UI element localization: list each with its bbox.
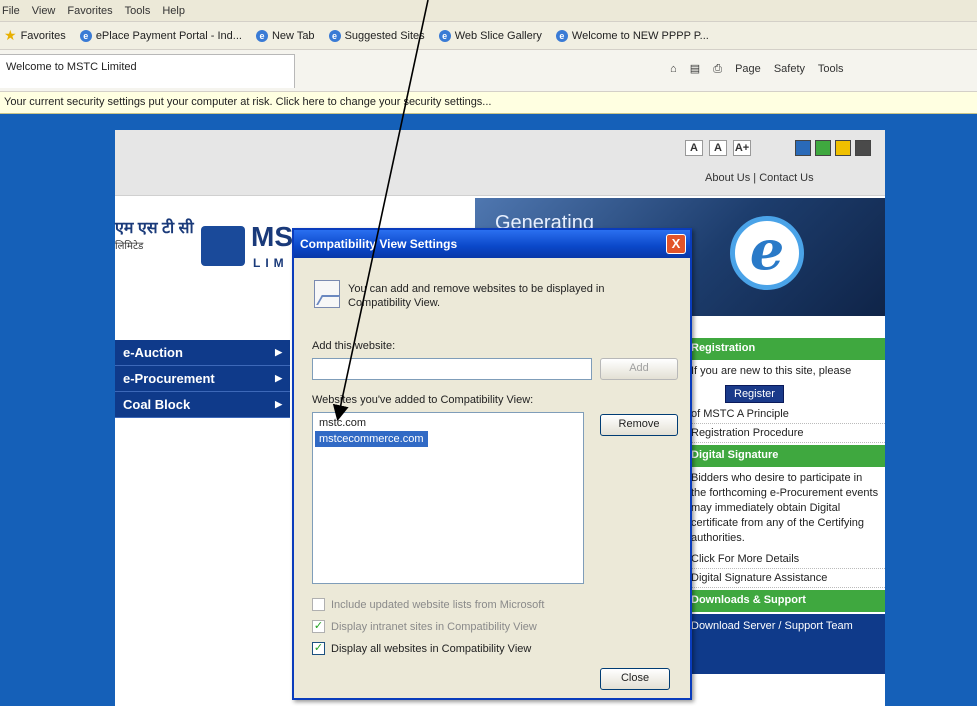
- theme-green-button[interactable]: [815, 140, 831, 156]
- favorites-label: Favorites: [20, 29, 66, 42]
- ie-icon: e: [79, 29, 92, 42]
- font-size-button[interactable]: A+: [733, 140, 751, 156]
- menu-favorites[interactable]: Favorites: [67, 5, 112, 17]
- close-icon[interactable]: X: [666, 234, 686, 254]
- logo-emblem-icon: [201, 226, 245, 266]
- theme-switcher: [795, 140, 875, 156]
- logo-text: MS: [251, 221, 293, 252]
- command-bar: ⌂ ▤ ⎙ Page Safety Tools: [670, 62, 854, 76]
- registration-heading: Registration: [685, 338, 885, 360]
- favorite-item[interactable]: e Suggested Sites: [328, 29, 425, 42]
- ie-icon: e: [555, 29, 568, 42]
- close-button[interactable]: Close: [600, 668, 670, 690]
- logo-subtext: LIM: [253, 256, 289, 270]
- checkbox-label: Display all websites in Compatibility Vi…: [331, 642, 532, 655]
- favorites-bar: ★ Favorites e ePlace Payment Portal - Ind…: [0, 22, 977, 50]
- theme-yellow-button[interactable]: [835, 140, 851, 156]
- checkbox-box[interactable]: ✓: [312, 620, 325, 633]
- menu-bar: File View Favorites Tools Help: [0, 0, 977, 22]
- security-info-bar[interactable]: Your current security settings put your …: [0, 92, 977, 114]
- page-menu[interactable]: Page: [735, 63, 761, 75]
- font-size-controls: A A A+: [685, 140, 757, 156]
- dialog-title: Compatibility View Settings: [294, 230, 690, 258]
- nav-item-e-procurement[interactable]: e-Procurement ▶: [115, 366, 290, 392]
- principle-link[interactable]: of MSTC A Principle: [685, 405, 885, 424]
- nav-item-e-auction[interactable]: e-Auction ▶: [115, 340, 290, 366]
- intranet-sites-checkbox[interactable]: ✓ Display intranet sites in Compatibilit…: [312, 620, 537, 633]
- site-header: A A A+ About Us | Contact Us: [115, 130, 885, 196]
- signature-text: Bidders who desire to participate in the…: [691, 472, 879, 544]
- registration-procedure-link[interactable]: Registration Procedure: [685, 424, 885, 443]
- checkbox-box[interactable]: ✓: [312, 642, 325, 655]
- arrow-right-icon: ▶: [275, 399, 282, 409]
- favorite-item-label: Web Slice Gallery: [454, 29, 542, 42]
- arrow-right-icon: ▶: [275, 347, 282, 357]
- more-details-link[interactable]: Click For More Details: [685, 550, 885, 569]
- home-icon[interactable]: ⌂: [670, 63, 677, 75]
- left-nav: e-Auction ▶ e-Procurement ▶ Coal Block ▶: [115, 340, 290, 418]
- ie-icon: e: [328, 29, 341, 42]
- menu-file[interactable]: File: [2, 5, 20, 17]
- top-links[interactable]: About Us | Contact Us: [705, 172, 814, 184]
- register-button[interactable]: Register: [725, 385, 784, 403]
- browser-tab[interactable]: Welcome to MSTC Limited: [0, 54, 295, 88]
- compatibility-view-icon: [314, 280, 340, 308]
- checkbox-label: Display intranet sites in Compatibility …: [331, 620, 537, 633]
- tools-menu[interactable]: Tools: [818, 63, 844, 75]
- website-list-label: Websites you've added to Compatibility V…: [312, 394, 534, 406]
- all-websites-checkbox[interactable]: ✓ Display all websites in Compatibility …: [312, 642, 531, 655]
- font-size-button[interactable]: A: [685, 140, 703, 156]
- favorite-item-label: Suggested Sites: [344, 29, 425, 42]
- support-box[interactable]: Download Server / Support Team: [685, 614, 885, 674]
- support-heading: Downloads & Support: [685, 590, 885, 612]
- menu-help[interactable]: Help: [162, 5, 185, 17]
- add-website-input[interactable]: [312, 358, 592, 380]
- feeds-icon[interactable]: ▤: [690, 63, 700, 75]
- add-button[interactable]: Add: [600, 358, 678, 380]
- include-microsoft-list-checkbox[interactable]: Include updated website lists from Micro…: [312, 598, 544, 611]
- favorite-item[interactable]: e Web Slice Gallery: [438, 29, 542, 42]
- nav-item-label: e-Procurement: [123, 371, 215, 386]
- font-size-button[interactable]: A: [709, 140, 727, 156]
- favorites-button[interactable]: ★ Favorites: [4, 27, 66, 44]
- menu-view[interactable]: View: [32, 5, 56, 17]
- menu-tools[interactable]: Tools: [125, 5, 151, 17]
- favorite-item-label: ePlace Payment Portal - Ind...: [95, 29, 242, 42]
- ie-icon: e: [438, 29, 451, 42]
- website-list[interactable]: mstc.com mstcecommerce.com: [312, 412, 584, 584]
- logo-hindi: एम एस टी सी लिमिटेड: [115, 220, 195, 256]
- nav-item-label: Coal Block: [123, 397, 191, 412]
- ie-icon: e: [255, 29, 268, 42]
- favorite-item[interactable]: e Welcome to NEW PPPP P...: [555, 29, 709, 42]
- dialog-description: You can add and remove websites to be di…: [348, 283, 605, 309]
- checkbox-label: Include updated website lists from Micro…: [331, 598, 545, 611]
- arrow-right-icon: ▶: [275, 373, 282, 383]
- signature-heading: Digital Signature: [685, 445, 885, 467]
- print-icon[interactable]: ⎙: [713, 63, 722, 75]
- favorite-item[interactable]: e New Tab: [255, 29, 315, 42]
- star-icon: ★: [4, 27, 17, 43]
- checkbox-box[interactable]: [312, 598, 325, 611]
- theme-dark-button[interactable]: [855, 140, 871, 156]
- compatibility-view-dialog: Compatibility View Settings X You can ad…: [292, 228, 692, 700]
- tab-bar: Welcome to MSTC Limited ⌂ ▤ ⎙ Page Safet…: [0, 50, 977, 92]
- favorite-item-label: New Tab: [271, 29, 315, 42]
- nav-item-coal-block[interactable]: Coal Block ▶: [115, 392, 290, 418]
- safety-menu[interactable]: Safety: [774, 63, 805, 75]
- add-website-label: Add this website:: [312, 340, 396, 352]
- nav-item-label: e-Auction: [123, 345, 183, 360]
- registration-text: If you are new to this site, please: [691, 365, 852, 377]
- signature-assistance-link[interactable]: Digital Signature Assistance: [685, 569, 885, 588]
- favorite-item[interactable]: e ePlace Payment Portal - Ind...: [79, 29, 242, 42]
- right-column: Registration If you are new to this site…: [685, 336, 885, 674]
- theme-blue-button[interactable]: [795, 140, 811, 156]
- favorite-item-label: Welcome to NEW PPPP P...: [571, 29, 709, 42]
- remove-button[interactable]: Remove: [600, 414, 678, 436]
- list-item[interactable]: mstc.com: [315, 415, 581, 431]
- list-item-selected[interactable]: mstcecommerce.com: [315, 431, 428, 447]
- logo-hindi-sub: लिमिटेड: [115, 241, 144, 252]
- e-logo-icon: e: [730, 216, 804, 290]
- logo-hindi-text: एम एस टी सी: [115, 220, 194, 237]
